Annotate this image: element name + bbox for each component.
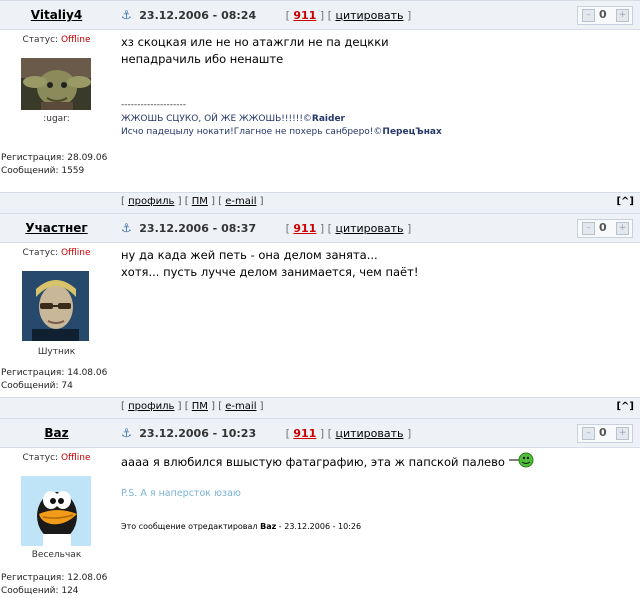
post-count: 74 — [61, 381, 73, 391]
post-body: Статус: Offline :ugar: Регистрация: 28.0… — [0, 30, 640, 192]
signature-line: Исчо падецылу нокати!Глагное не похерь с… — [121, 127, 442, 137]
post: Участнег ⚓ 23.12.2006 - 08:37 [ 911 ] [ … — [0, 214, 640, 419]
rate-down-button[interactable]: – — [582, 222, 595, 235]
rating-value: 0 — [599, 8, 607, 21]
post-text-line: ну да када жей петь - она делом занята..… — [121, 248, 378, 262]
post-rating: – 0 + — [577, 6, 633, 25]
author-profile-panel: Статус: Offline Шутник Регистрация: 14.0… — [0, 243, 113, 397]
post-footer-links: [ профиль ] [ ПМ ] [ e-mail ] — [121, 401, 264, 412]
rate-down-button[interactable]: – — [582, 427, 595, 440]
post-body: Статус: Offline Шутник Регистрация: 14.0… — [0, 243, 640, 397]
author-status: Статус: Offline — [22, 453, 91, 463]
anchor-icon[interactable]: ⚓ — [121, 426, 132, 440]
pm-link[interactable]: ПМ — [192, 196, 208, 207]
pm-link[interactable]: ПМ — [192, 401, 208, 412]
author-stats: Регистрация: 12.08.06 Сообщений: 124 — [1, 573, 108, 596]
post-date: 23.12.2006 - 10:23 — [139, 427, 257, 440]
post-content: ну да када жей петь - она делом занята..… — [121, 247, 636, 281]
author-rank: Весельчак — [31, 550, 82, 560]
rate-up-button[interactable]: + — [616, 222, 629, 235]
post-text-line: хотя... пусть лучче делом занимается, че… — [121, 265, 419, 279]
rate-up-button[interactable]: + — [616, 427, 629, 440]
smiley-icon — [506, 452, 535, 473]
reg-date: 14.08.06 — [67, 368, 108, 378]
post-postscript: P.S. А я наперсток юзаю — [121, 488, 241, 499]
post-author-link[interactable]: Baz — [0, 419, 113, 447]
author-status: Статус: Offline — [22, 248, 91, 258]
post-body: Статус: Offline Весельчак Регистрация: 1… — [0, 448, 640, 598]
author-rank: Шутник — [37, 347, 76, 357]
post-header: Участнег ⚓ 23.12.2006 - 08:37 [ 911 ] [ … — [0, 214, 640, 243]
reg-date: 12.08.06 — [67, 573, 108, 583]
anchor-icon[interactable]: ⚓ — [121, 221, 132, 235]
author-status: Статус: Offline — [22, 35, 91, 45]
rate-down-button[interactable]: – — [582, 9, 595, 22]
post-content: хз скоцкая иле не но атажгли не па децкк… — [121, 34, 636, 68]
post-count: 124 — [61, 586, 79, 596]
post-header: Vitaliy4 ⚓ 23.12.2006 - 08:24 [ 911 ] [ … — [0, 1, 640, 30]
post-text-line: непадрачиль ибо ненаште — [121, 52, 284, 66]
quote-link[interactable]: цитировать — [335, 222, 403, 235]
post-footer: [ профиль ] [ ПМ ] [ e-mail ] [^] — [0, 397, 640, 419]
rating-value: 0 — [599, 426, 607, 439]
post-text-line: аааа я влюбился вшыстую фатаграфию, эта … — [121, 452, 636, 473]
post-meta: ⚓ 23.12.2006 - 08:24 [ 911 ] [ цитироват… — [121, 8, 412, 22]
avatar — [21, 58, 91, 110]
author-rank: :ugar: — [43, 114, 70, 124]
profile-link[interactable]: профиль — [128, 401, 174, 412]
author-profile-panel: Статус: Offline :ugar: Регистрация: 28.0… — [0, 30, 113, 192]
post-number-link[interactable]: 911 — [293, 9, 316, 22]
post-footer: [ профиль ] [ ПМ ] [ e-mail ] [^] — [0, 192, 640, 214]
email-link[interactable]: e-mail — [225, 401, 256, 412]
post-meta: ⚓ 23.12.2006 - 08:37 [ 911 ] [ цитироват… — [121, 221, 412, 235]
post-count: 1559 — [61, 166, 85, 176]
quote-link[interactable]: цитировать — [335, 427, 403, 440]
email-link[interactable]: e-mail — [225, 196, 256, 207]
avatar — [21, 476, 91, 546]
rate-up-button[interactable]: + — [616, 9, 629, 22]
post-author-link[interactable]: Участнег — [0, 214, 113, 242]
author-profile-panel: Статус: Offline Весельчак Регистрация: 1… — [0, 448, 113, 598]
post-rating: – 0 + — [577, 219, 633, 238]
signature-line: ЖЖОШЬ СЦУКО, ОЙ ЖЕ ЖЖОШЬ!!!!!!©Raider — [121, 114, 345, 124]
scroll-top-button[interactable]: [^] — [616, 401, 634, 412]
post-footer-links: [ профиль ] [ ПМ ] [ e-mail ] — [121, 196, 264, 207]
post-rating: – 0 + — [577, 424, 633, 443]
edited-note: Это сообщение отредактировал Baz - 23.12… — [121, 522, 362, 531]
edited-author: Baz — [260, 522, 277, 531]
author-stats: Регистрация: 28.09.06 Сообщений: 1559 — [1, 153, 108, 176]
post-content: аааа я влюбился вшыстую фатаграфию, эта … — [121, 452, 636, 473]
post: Vitaliy4 ⚓ 23.12.2006 - 08:24 [ 911 ] [ … — [0, 1, 640, 214]
post-number-link[interactable]: 911 — [293, 427, 316, 440]
signature-separator: -------------------- — [121, 100, 186, 110]
profile-link[interactable]: профиль — [128, 196, 174, 207]
post-meta: ⚓ 23.12.2006 - 10:23 [ 911 ] [ цитироват… — [121, 426, 412, 440]
rating-value: 0 — [599, 221, 607, 234]
avatar — [22, 271, 89, 341]
quote-link[interactable]: цитировать — [335, 9, 403, 22]
post-header: Baz ⚓ 23.12.2006 - 10:23 [ 911 ] [ цитир… — [0, 419, 640, 448]
reg-date: 28.09.06 — [67, 153, 108, 163]
author-stats: Регистрация: 14.08.06 Сообщений: 74 — [1, 368, 108, 391]
scroll-top-button[interactable]: [^] — [616, 196, 634, 207]
post-author-link[interactable]: Vitaliy4 — [0, 1, 113, 29]
forum-thread: Vitaliy4 ⚓ 23.12.2006 - 08:24 [ 911 ] [ … — [0, 0, 640, 598]
post: Baz ⚓ 23.12.2006 - 10:23 [ 911 ] [ цитир… — [0, 419, 640, 598]
anchor-icon[interactable]: ⚓ — [121, 8, 132, 22]
post-text-line: хз скоцкая иле не но атажгли не па децкк… — [121, 35, 389, 49]
post-number-link[interactable]: 911 — [293, 222, 316, 235]
post-date: 23.12.2006 - 08:37 — [139, 222, 257, 235]
post-date: 23.12.2006 - 08:24 — [139, 9, 257, 22]
